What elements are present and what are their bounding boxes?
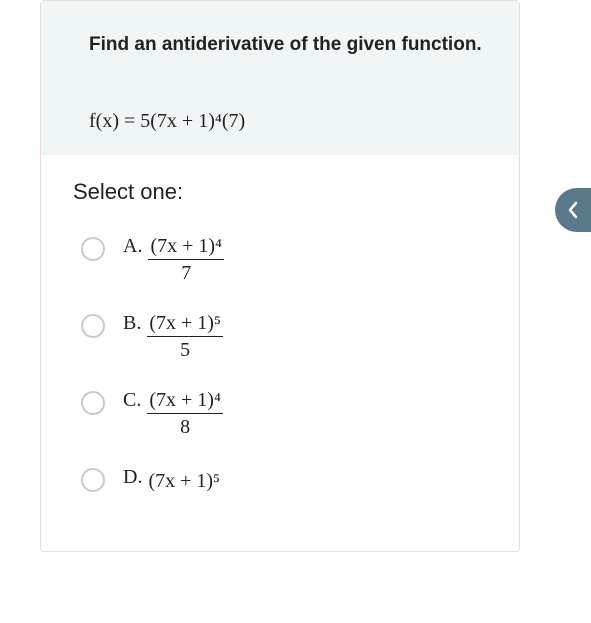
- option-d-expression: (7x + 1)⁵: [148, 466, 220, 493]
- option-b[interactable]: B. (7x + 1)⁵ 5: [81, 312, 519, 361]
- options-list: A. (7x + 1)⁴ 7 B. (7x + 1)⁵ 5 C.: [41, 235, 519, 493]
- select-one-label: Select one:: [41, 155, 519, 215]
- question-prompt: Find an antiderivative of the given func…: [89, 29, 487, 61]
- option-b-numerator: (7x + 1)⁵: [147, 312, 223, 337]
- option-c-numerator: (7x + 1)⁴: [147, 389, 223, 414]
- option-d-label: D. (7x + 1)⁵: [123, 466, 220, 493]
- option-c-letter: C.: [123, 389, 141, 412]
- option-b-letter: B.: [123, 312, 141, 335]
- option-a-fraction: (7x + 1)⁴ 7: [148, 235, 224, 284]
- option-a-numerator: (7x + 1)⁴: [148, 235, 224, 260]
- option-b-label: B. (7x + 1)⁵ 5: [123, 312, 223, 361]
- question-formula-row: f(x) = 5(7x + 1)⁴(7): [41, 88, 519, 155]
- chevron-left-icon: [566, 201, 580, 219]
- option-a-label: A. (7x + 1)⁴ 7: [123, 235, 224, 284]
- radio-b[interactable]: [81, 314, 105, 338]
- option-d[interactable]: D. (7x + 1)⁵: [81, 466, 519, 493]
- option-b-fraction: (7x + 1)⁵ 5: [147, 312, 223, 361]
- radio-d[interactable]: [81, 468, 105, 492]
- question-prompt-box: Find an antiderivative of the given func…: [41, 1, 519, 89]
- collapse-tab[interactable]: [555, 188, 591, 232]
- radio-a[interactable]: [81, 237, 105, 261]
- option-a[interactable]: A. (7x + 1)⁴ 7: [81, 235, 519, 284]
- option-a-letter: A.: [123, 235, 142, 258]
- question-formula: f(x) = 5(7x + 1)⁴(7): [89, 110, 245, 132]
- option-b-denominator: 5: [147, 337, 223, 361]
- option-c-label: C. (7x + 1)⁴ 8: [123, 389, 223, 438]
- question-card: Find an antiderivative of the given func…: [40, 0, 520, 552]
- option-d-letter: D.: [123, 466, 142, 489]
- option-c-fraction: (7x + 1)⁴ 8: [147, 389, 223, 438]
- radio-c[interactable]: [81, 391, 105, 415]
- option-c-denominator: 8: [147, 414, 223, 438]
- option-c[interactable]: C. (7x + 1)⁴ 8: [81, 389, 519, 438]
- option-a-denominator: 7: [148, 260, 224, 284]
